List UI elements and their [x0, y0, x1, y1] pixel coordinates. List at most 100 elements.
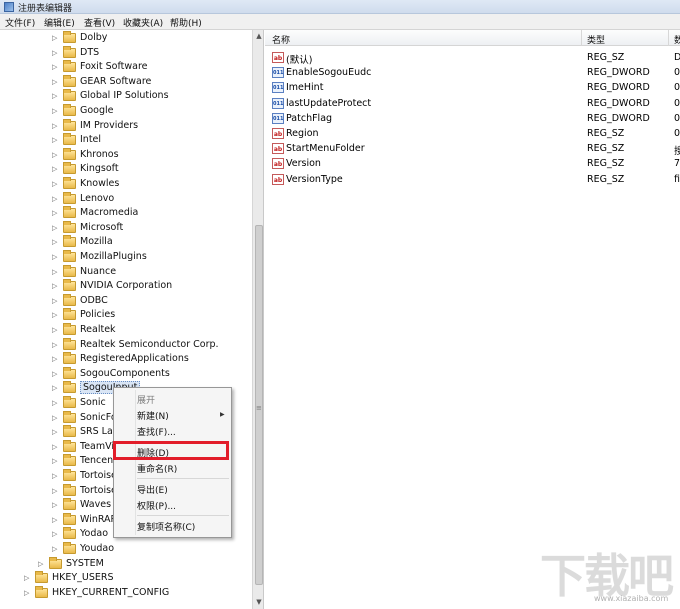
- folder-icon: [63, 147, 76, 160]
- menu-item-export[interactable]: 导出(E): [137, 483, 168, 496]
- expand-arrow-icon[interactable]: ▷: [52, 311, 60, 319]
- expand-arrow-icon[interactable]: ▷: [52, 443, 60, 451]
- menu-bar: 文件(F) 编辑(E) 查看(V) 收藏夹(A) 帮助(H): [0, 14, 680, 30]
- value-row[interactable]: ab VersionType REG_SZ fi: [265, 172, 680, 187]
- column-data[interactable]: 数: [674, 33, 680, 46]
- expand-arrow-icon[interactable]: ▷: [52, 49, 60, 57]
- expand-arrow-icon[interactable]: ▷: [52, 122, 60, 130]
- expand-arrow-icon[interactable]: ▷: [52, 428, 60, 436]
- expand-arrow-icon[interactable]: ▷: [52, 457, 60, 465]
- menu-item-permissions[interactable]: 权限(P)...: [137, 499, 176, 512]
- expand-arrow-icon[interactable]: ▷: [52, 151, 60, 159]
- tree-item-label: Sonic: [80, 397, 106, 408]
- expand-arrow-icon[interactable]: ▷: [52, 384, 60, 392]
- expand-arrow-icon[interactable]: ▷: [38, 560, 46, 568]
- scroll-grip-icon: ≡: [256, 404, 262, 412]
- folder-icon: [63, 396, 76, 408]
- tree-item-label: Nuance: [80, 265, 117, 277]
- expand-arrow-icon[interactable]: ▷: [52, 370, 60, 378]
- expand-arrow-icon[interactable]: ▷: [52, 180, 60, 188]
- values-list[interactable]: 名称 类型 数 ab (默认) REG_SZ D 011 EnableSogouEudc R…: [265, 30, 680, 609]
- scroll-up-arrow-icon[interactable]: ▲: [255, 31, 263, 41]
- scroll-down-arrow-icon[interactable]: ▼: [255, 597, 263, 607]
- menu-view[interactable]: 查看(V): [84, 16, 115, 29]
- expand-arrow-icon[interactable]: ▷: [52, 63, 60, 71]
- expand-arrow-icon[interactable]: ▷: [52, 355, 60, 363]
- menu-item-expand[interactable]: 展开: [137, 393, 155, 406]
- tree-item-label: DTS: [80, 46, 100, 58]
- tree-scrollbar[interactable]: ▲ ≡ ▼: [252, 30, 263, 609]
- tree-item-label: HKEY_USERS: [52, 572, 114, 584]
- folder-icon: [63, 454, 76, 467]
- column-separator[interactable]: [668, 30, 669, 46]
- menu-edit[interactable]: 编辑(E): [44, 16, 75, 29]
- folder-icon: [63, 279, 76, 292]
- tree-item-label: Realtek Semiconductor Corp.: [80, 338, 219, 350]
- column-name[interactable]: 名称: [272, 33, 290, 46]
- folder-icon: [63, 118, 76, 131]
- menu-favorites[interactable]: 收藏夹(A): [123, 16, 163, 29]
- expand-arrow-icon[interactable]: ▷: [52, 501, 60, 509]
- value-row[interactable]: ab StartMenuFolder REG_SZ 搜: [265, 141, 680, 158]
- expand-arrow-icon[interactable]: ▷: [52, 516, 60, 524]
- expand-arrow-icon[interactable]: ▷: [52, 136, 60, 144]
- menu-file[interactable]: 文件(F): [5, 16, 35, 29]
- folder-icon: [63, 206, 76, 219]
- folder-icon: [63, 31, 76, 43]
- folder-icon: [63, 250, 76, 262]
- value-name: lastUpdateProtect: [286, 97, 372, 109]
- value-data: 搜: [674, 146, 680, 158]
- expand-arrow-icon[interactable]: ▷: [52, 297, 60, 305]
- expand-arrow-icon[interactable]: ▷: [52, 92, 60, 100]
- expand-arrow-icon[interactable]: ▷: [52, 326, 60, 334]
- value-row[interactable]: abVersion REG_SZ 7.: [265, 156, 680, 171]
- value-row[interactable]: 011PatchFlag REG_DWORD 0:: [265, 111, 680, 126]
- menu-item-new[interactable]: 新建(N): [137, 409, 169, 422]
- tree-item-label: Policies: [80, 309, 116, 321]
- expand-arrow-icon[interactable]: ▷: [52, 224, 60, 232]
- folder-icon: [35, 585, 48, 598]
- value-row[interactable]: 011ImeHint REG_DWORD 0:: [265, 80, 680, 95]
- expand-arrow-icon[interactable]: ▷: [52, 282, 60, 290]
- expand-arrow-icon[interactable]: ▷: [52, 253, 60, 261]
- value-data: 0:: [674, 112, 680, 124]
- value-type: REG_SZ: [587, 128, 625, 139]
- expand-arrow-icon[interactable]: ▷: [52, 399, 60, 407]
- column-type[interactable]: 类型: [587, 33, 605, 46]
- value-row[interactable]: 011lastUpdateProtect REG_DWORD 0:: [265, 96, 680, 111]
- menu-item-find[interactable]: 查找(F)...: [137, 425, 176, 438]
- expand-arrow-icon[interactable]: ▷: [52, 238, 60, 246]
- folder-icon: [63, 512, 76, 525]
- expand-arrow-icon[interactable]: ▷: [52, 545, 60, 553]
- expand-arrow-icon[interactable]: ▷: [52, 530, 60, 538]
- expand-arrow-icon[interactable]: ▷: [52, 195, 60, 203]
- string-value-icon: ab: [272, 143, 284, 155]
- expand-arrow-icon[interactable]: ▷: [52, 472, 60, 480]
- expand-arrow-icon[interactable]: ▷: [24, 589, 32, 597]
- expand-arrow-icon[interactable]: ▷: [52, 487, 60, 495]
- expand-arrow-icon[interactable]: ▷: [52, 341, 60, 349]
- folder-icon: [63, 337, 76, 350]
- expand-arrow-icon[interactable]: ▷: [24, 574, 32, 582]
- value-name: (默认): [286, 55, 313, 66]
- value-row[interactable]: abRegion REG_SZ 0(: [265, 126, 680, 141]
- expand-arrow-icon[interactable]: ▷: [52, 78, 60, 86]
- value-name: StartMenuFolder: [286, 143, 365, 155]
- expand-arrow-icon[interactable]: ▷: [52, 165, 60, 173]
- menu-item-rename[interactable]: 重命名(R): [137, 462, 177, 475]
- expand-arrow-icon[interactable]: ▷: [52, 268, 60, 276]
- value-row[interactable]: 011EnableSogouEudc REG_DWORD 0:: [265, 65, 680, 80]
- binary-value-icon: 011: [272, 112, 284, 124]
- tree-item-label: IM Providers: [80, 119, 139, 131]
- expand-arrow-icon[interactable]: ▷: [52, 107, 60, 115]
- expand-arrow-icon[interactable]: ▷: [52, 34, 60, 42]
- expand-arrow-icon[interactable]: ▷: [52, 209, 60, 217]
- column-separator[interactable]: [581, 30, 582, 46]
- menu-item-copy-key-name[interactable]: 复制项名称(C): [137, 520, 195, 533]
- tree-item-label: Tortoise: [80, 484, 117, 496]
- tree-item-label: SYSTEM: [66, 557, 104, 569]
- menu-help[interactable]: 帮助(H): [170, 16, 202, 29]
- expand-arrow-icon[interactable]: ▷: [52, 414, 60, 422]
- value-row[interactable]: ab (默认) REG_SZ D: [265, 50, 680, 66]
- tree-item-label: SogouComponents: [80, 367, 170, 379]
